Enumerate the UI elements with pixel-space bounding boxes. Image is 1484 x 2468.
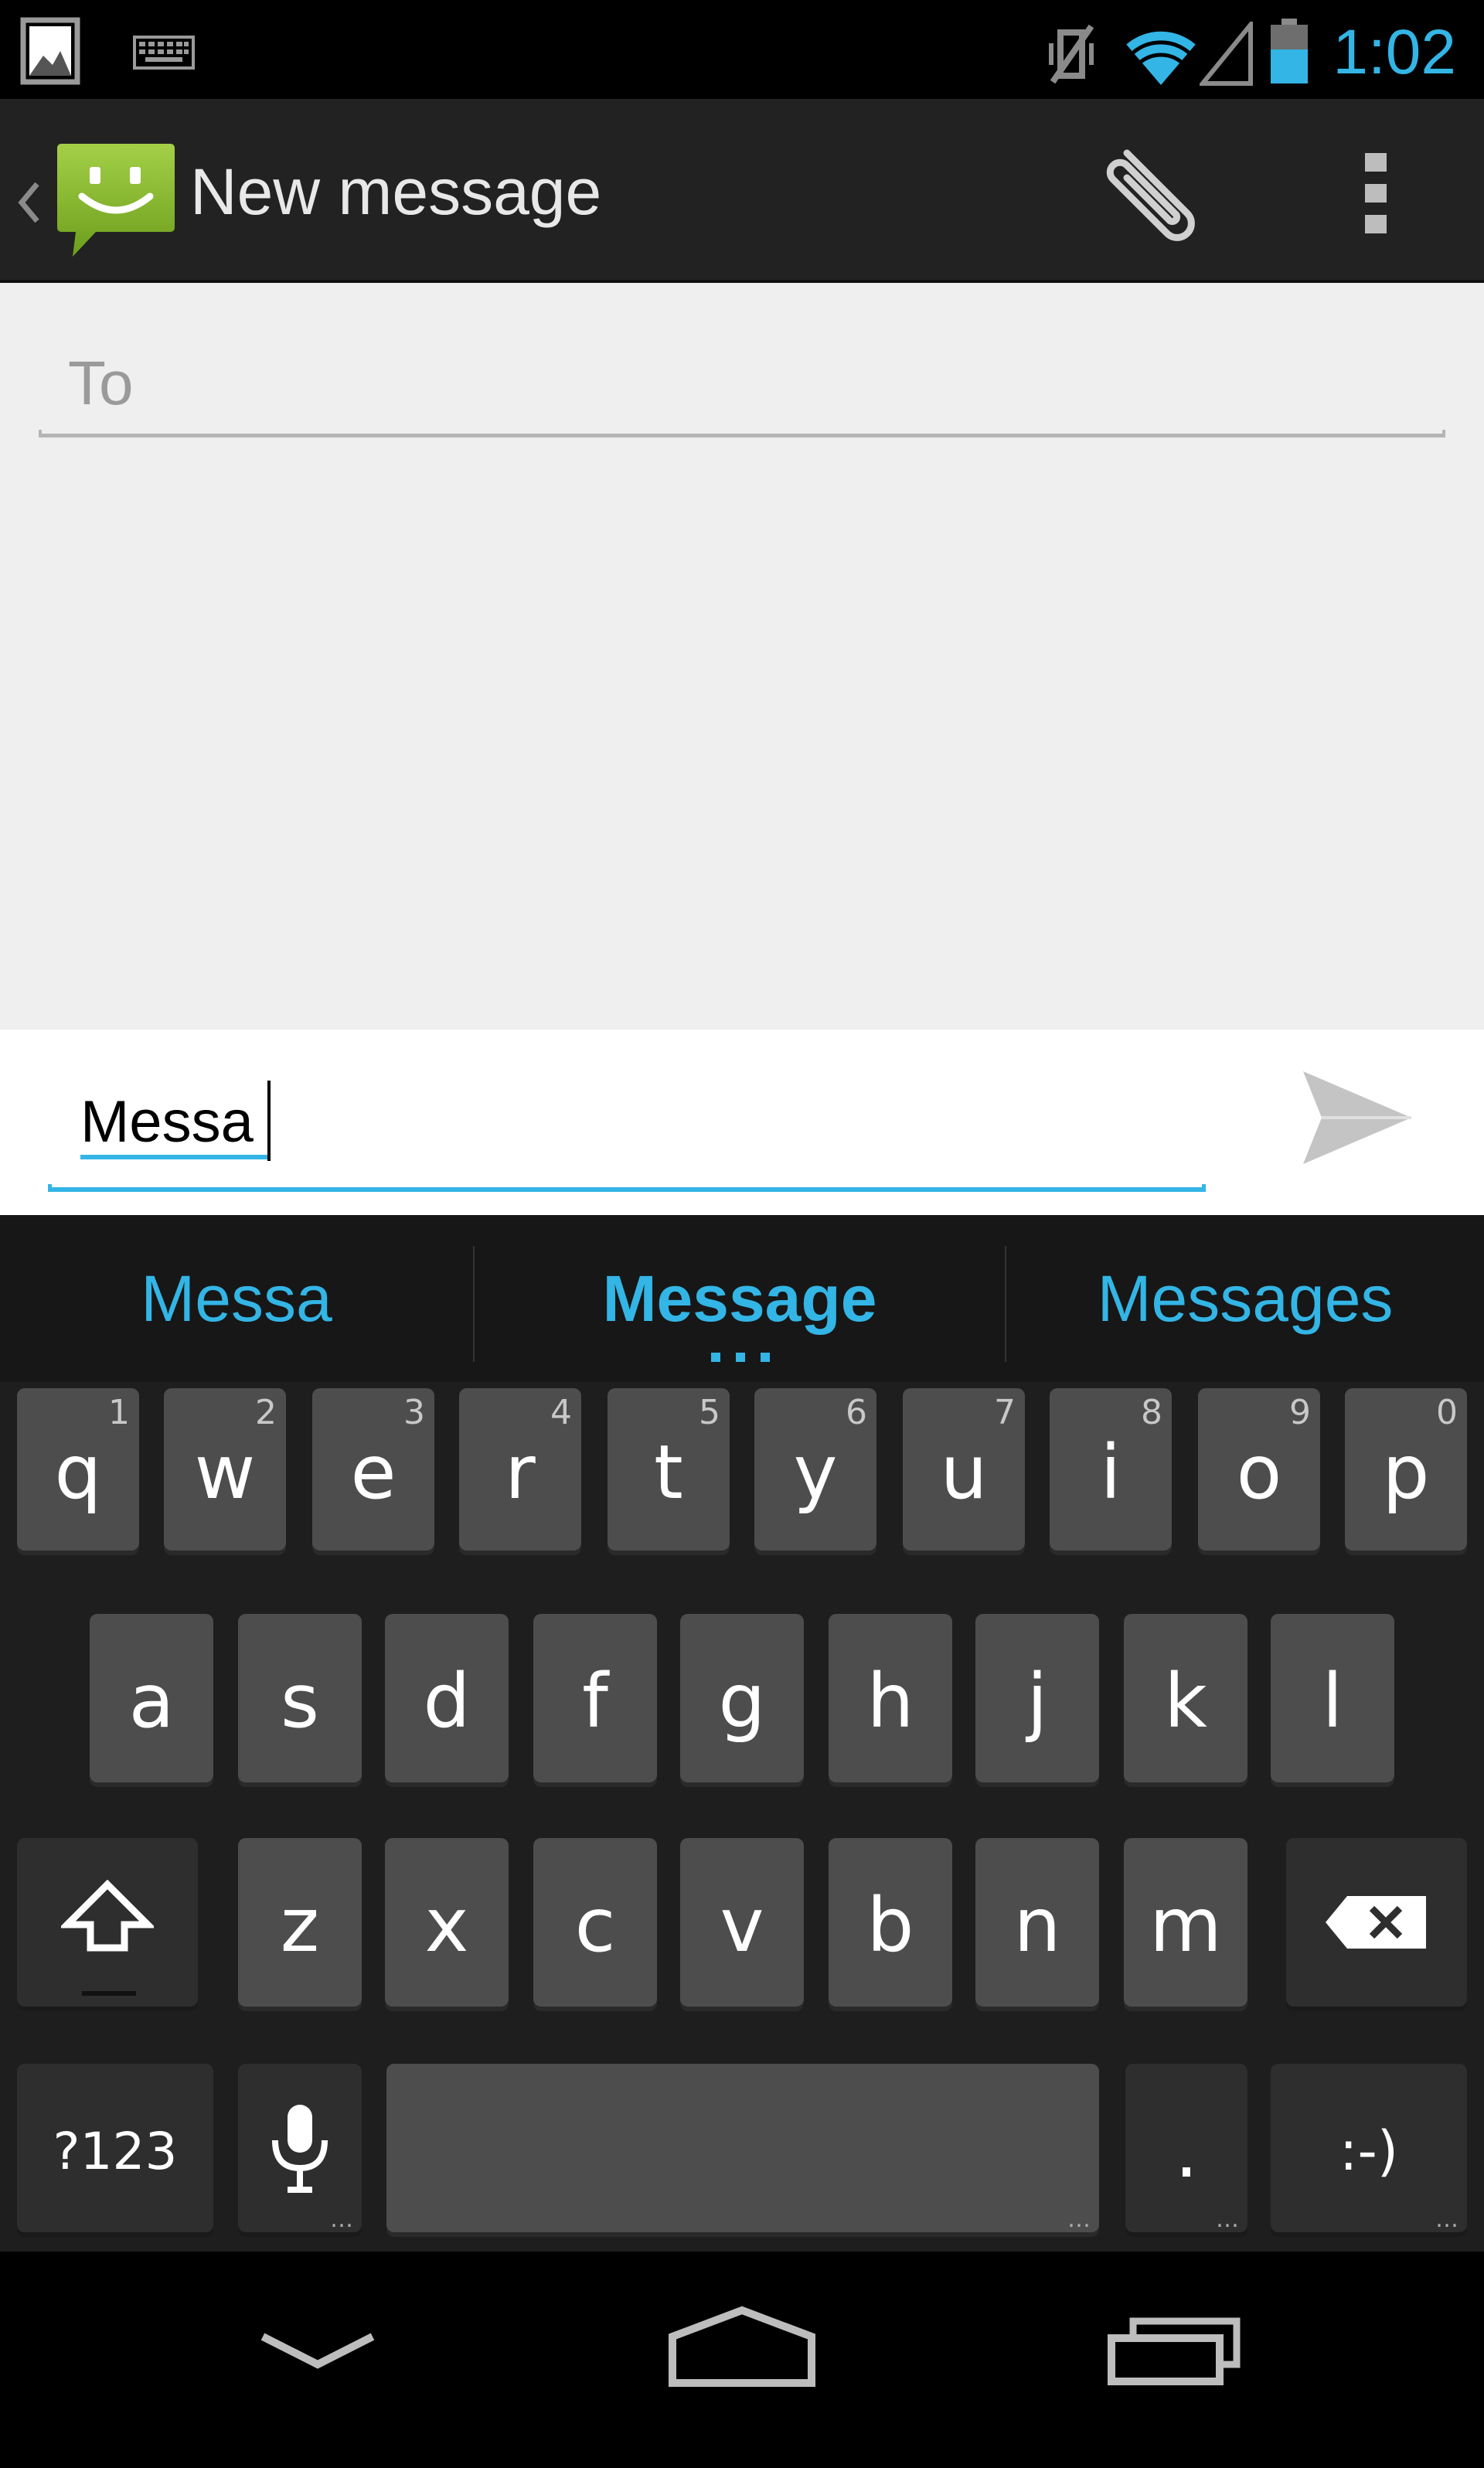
- key-f[interactable]: f: [533, 1614, 657, 1782]
- messaging-app-icon: [57, 144, 175, 257]
- key-t[interactable]: 5t: [608, 1388, 730, 1551]
- composing-word-underline: [80, 1155, 269, 1159]
- battery-icon: [1271, 19, 1308, 83]
- suggestion-3[interactable]: Messages: [1006, 1215, 1484, 1382]
- key-e[interactable]: 3e: [312, 1388, 434, 1551]
- key-z[interactable]: z: [238, 1838, 362, 2007]
- soft-keyboard: 1q 2w 3e 4r 5t 6y 7u 8i 9o 0p a s d f g …: [0, 1382, 1484, 2252]
- message-text: Messa: [80, 1089, 254, 1155]
- key-i[interactable]: 8i: [1050, 1388, 1172, 1551]
- key-x[interactable]: x: [385, 1838, 509, 2007]
- key-o[interactable]: 9o: [1198, 1388, 1320, 1551]
- microphone-icon: [272, 2105, 328, 2193]
- signal-icon: [1200, 22, 1253, 86]
- shift-icon: [61, 1880, 154, 1952]
- send-button[interactable]: [1291, 1053, 1422, 1184]
- status-clock: 1:02: [1333, 17, 1456, 87]
- vibrate-mute-icon: [1049, 24, 1094, 84]
- key-n[interactable]: n: [975, 1838, 1099, 2007]
- microphone-key[interactable]: …: [238, 2064, 362, 2232]
- recent-apps-button[interactable]: [1074, 2298, 1260, 2422]
- shift-key[interactable]: [17, 1838, 198, 2007]
- period-key[interactable]: .…: [1125, 2064, 1247, 2232]
- suggestion-strip: Messa Message Messages: [0, 1215, 1484, 1382]
- key-h[interactable]: h: [829, 1614, 952, 1782]
- compose-area: Messa: [0, 1030, 1484, 1215]
- attach-paperclip-icon[interactable]: [1096, 138, 1212, 246]
- status-bar: 1:02: [0, 0, 1484, 99]
- back-chevron-icon: [18, 182, 39, 223]
- recent-apps-icon: [1108, 2317, 1241, 2385]
- text-cursor: [267, 1081, 271, 1161]
- to-field-underline: [39, 430, 1445, 437]
- shift-indicator: [82, 1991, 136, 1996]
- to-field[interactable]: [39, 337, 1445, 430]
- action-bar: New message: [0, 99, 1484, 283]
- key-b[interactable]: b: [829, 1838, 952, 2007]
- key-u[interactable]: 7u: [903, 1388, 1025, 1551]
- key-w[interactable]: 2w: [164, 1388, 286, 1551]
- key-g[interactable]: g: [680, 1614, 804, 1782]
- overflow-menu-icon: [1365, 153, 1387, 233]
- home-icon: [669, 2306, 815, 2387]
- key-q[interactable]: 1q: [17, 1388, 139, 1551]
- picture-notification-icon: [20, 17, 80, 85]
- key-k[interactable]: k: [1124, 1614, 1247, 1782]
- recipient-area: [0, 283, 1484, 1030]
- wifi-icon: [1124, 28, 1198, 85]
- smiley-key[interactable]: :-)…: [1271, 2064, 1467, 2232]
- symbols-key[interactable]: ?123: [17, 2064, 213, 2232]
- keyboard-notification-icon: [133, 36, 195, 70]
- suggestion-1[interactable]: Messa: [0, 1215, 473, 1382]
- more-options-dots: …: [1435, 2206, 1459, 2233]
- message-input-underline: [48, 1184, 1206, 1192]
- home-button[interactable]: [642, 2298, 842, 2422]
- backspace-key[interactable]: [1286, 1838, 1467, 2007]
- key-s[interactable]: s: [238, 1614, 362, 1782]
- overflow-menu-button[interactable]: [1345, 130, 1407, 254]
- more-suggestions-dots-icon: [711, 1353, 770, 1362]
- key-j[interactable]: j: [975, 1614, 1099, 1782]
- key-a[interactable]: a: [90, 1614, 213, 1782]
- backspace-icon: [1326, 1896, 1426, 1949]
- space-bar[interactable]: …: [386, 2064, 1099, 2232]
- page-title: New message: [190, 155, 602, 228]
- send-icon: [1303, 1071, 1411, 1164]
- back-down-icon: [260, 2333, 375, 2369]
- key-m[interactable]: m: [1124, 1838, 1247, 2007]
- key-y[interactable]: 6y: [754, 1388, 876, 1551]
- up-navigation-button[interactable]: [8, 122, 178, 261]
- key-p[interactable]: 0p: [1345, 1388, 1467, 1551]
- more-options-dots: …: [1067, 2206, 1091, 2233]
- more-options-dots: …: [330, 2206, 354, 2233]
- key-l[interactable]: l: [1271, 1614, 1394, 1782]
- key-v[interactable]: v: [680, 1838, 804, 2007]
- navigation-bar: [0, 2252, 1484, 2468]
- more-options-dots: …: [1216, 2206, 1240, 2233]
- key-c[interactable]: c: [533, 1838, 657, 2007]
- key-r[interactable]: 4r: [459, 1388, 581, 1551]
- key-d[interactable]: d: [385, 1614, 509, 1782]
- back-button[interactable]: [224, 2298, 410, 2422]
